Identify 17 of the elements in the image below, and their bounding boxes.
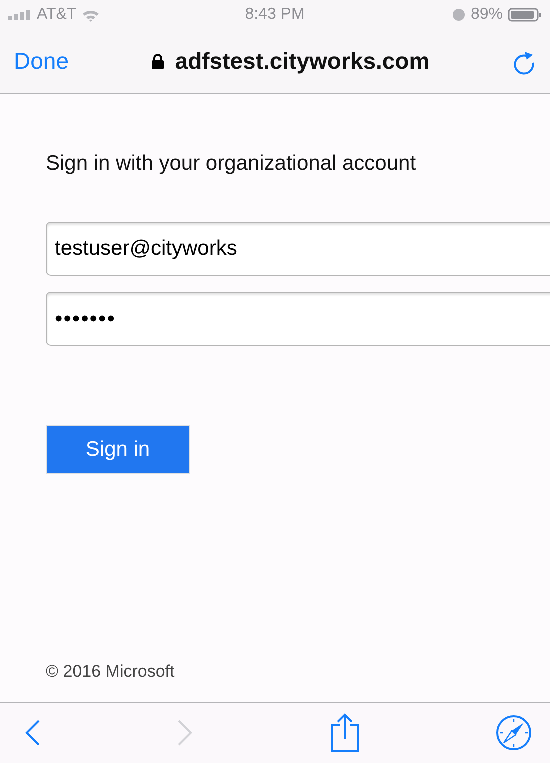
password-field[interactable]: •••••••	[46, 292, 550, 346]
battery-icon	[508, 8, 542, 22]
username-field[interactable]: testuser@cityworks	[46, 222, 550, 276]
copyright-text: © 2016 Microsoft	[46, 662, 176, 682]
carrier-name: AT&T	[37, 6, 77, 24]
url-text: adfstest.cityworks.com	[175, 48, 430, 75]
share-icon[interactable]	[330, 713, 360, 753]
back-icon[interactable]	[25, 719, 41, 747]
signal-icon	[8, 10, 32, 20]
battery-percent: 89%	[470, 6, 503, 24]
lock-icon	[151, 53, 166, 70]
status-time: 8:43 PM	[244, 6, 306, 24]
sign-in-button[interactable]: Sign in	[46, 425, 190, 474]
compass-icon[interactable]	[496, 715, 532, 751]
form-heading: Sign in with your organizational account	[46, 152, 418, 176]
wifi-icon	[82, 8, 100, 22]
done-button[interactable]: Done	[14, 48, 69, 75]
